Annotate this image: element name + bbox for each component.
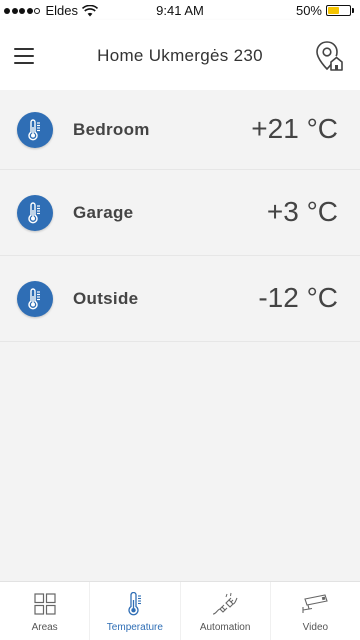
sensor-row-outside[interactable]: Outside -12 °C — [0, 256, 360, 342]
location-home-icon — [316, 41, 343, 71]
tab-bar: Areas Temperature Automation Video — [0, 581, 360, 640]
tab-label: Temperature — [106, 622, 163, 633]
tab-label: Automation — [199, 622, 251, 633]
hamburger-icon-line — [14, 55, 34, 57]
sensor-list: Bedroom +21 °C Garage +3 °C Outside -12 … — [0, 90, 360, 342]
tab-automation[interactable]: Automation — [181, 582, 271, 640]
sensor-temperature: -12 °C — [258, 281, 338, 313]
location-home-button[interactable] — [312, 39, 346, 73]
battery-nub — [352, 8, 354, 13]
status-right: 50% — [296, 3, 354, 18]
sensor-name: Bedroom — [73, 119, 150, 139]
camera-icon — [301, 592, 329, 616]
tab-areas[interactable]: Areas — [0, 582, 91, 640]
hamburger-icon-line — [14, 48, 34, 50]
battery-level — [328, 7, 339, 14]
tab-temperature[interactable]: Temperature — [90, 582, 181, 640]
sensor-row-garage[interactable]: Garage +3 °C — [0, 170, 360, 256]
hamburger-icon-line — [14, 62, 34, 64]
sensor-name: Garage — [73, 202, 134, 222]
app-header: Home Ukmergės 230 — [0, 20, 360, 90]
page-title: Home Ukmergės 230 — [97, 46, 263, 65]
sensor-name: Outside — [73, 288, 139, 308]
tab-video[interactable]: Video — [271, 582, 360, 640]
battery-icon — [326, 5, 351, 16]
tab-label: Areas — [31, 622, 58, 633]
plug-icon — [212, 592, 238, 616]
grid-icon — [34, 592, 56, 616]
thermometer-icon — [17, 194, 53, 231]
thermometer-icon — [126, 592, 144, 616]
sensor-temperature: +3 °C — [266, 195, 338, 227]
status-bar: Eldes 9:41 AM 50% — [0, 0, 360, 20]
sensor-temperature: +21 °C — [251, 112, 338, 144]
menu-button[interactable] — [14, 42, 52, 70]
sensor-row-bedroom[interactable]: Bedroom +21 °C — [0, 90, 360, 170]
battery-percent: 50% — [295, 3, 322, 18]
tab-label: Video — [302, 622, 329, 633]
thermometer-icon — [17, 280, 53, 317]
thermometer-icon — [17, 111, 53, 148]
